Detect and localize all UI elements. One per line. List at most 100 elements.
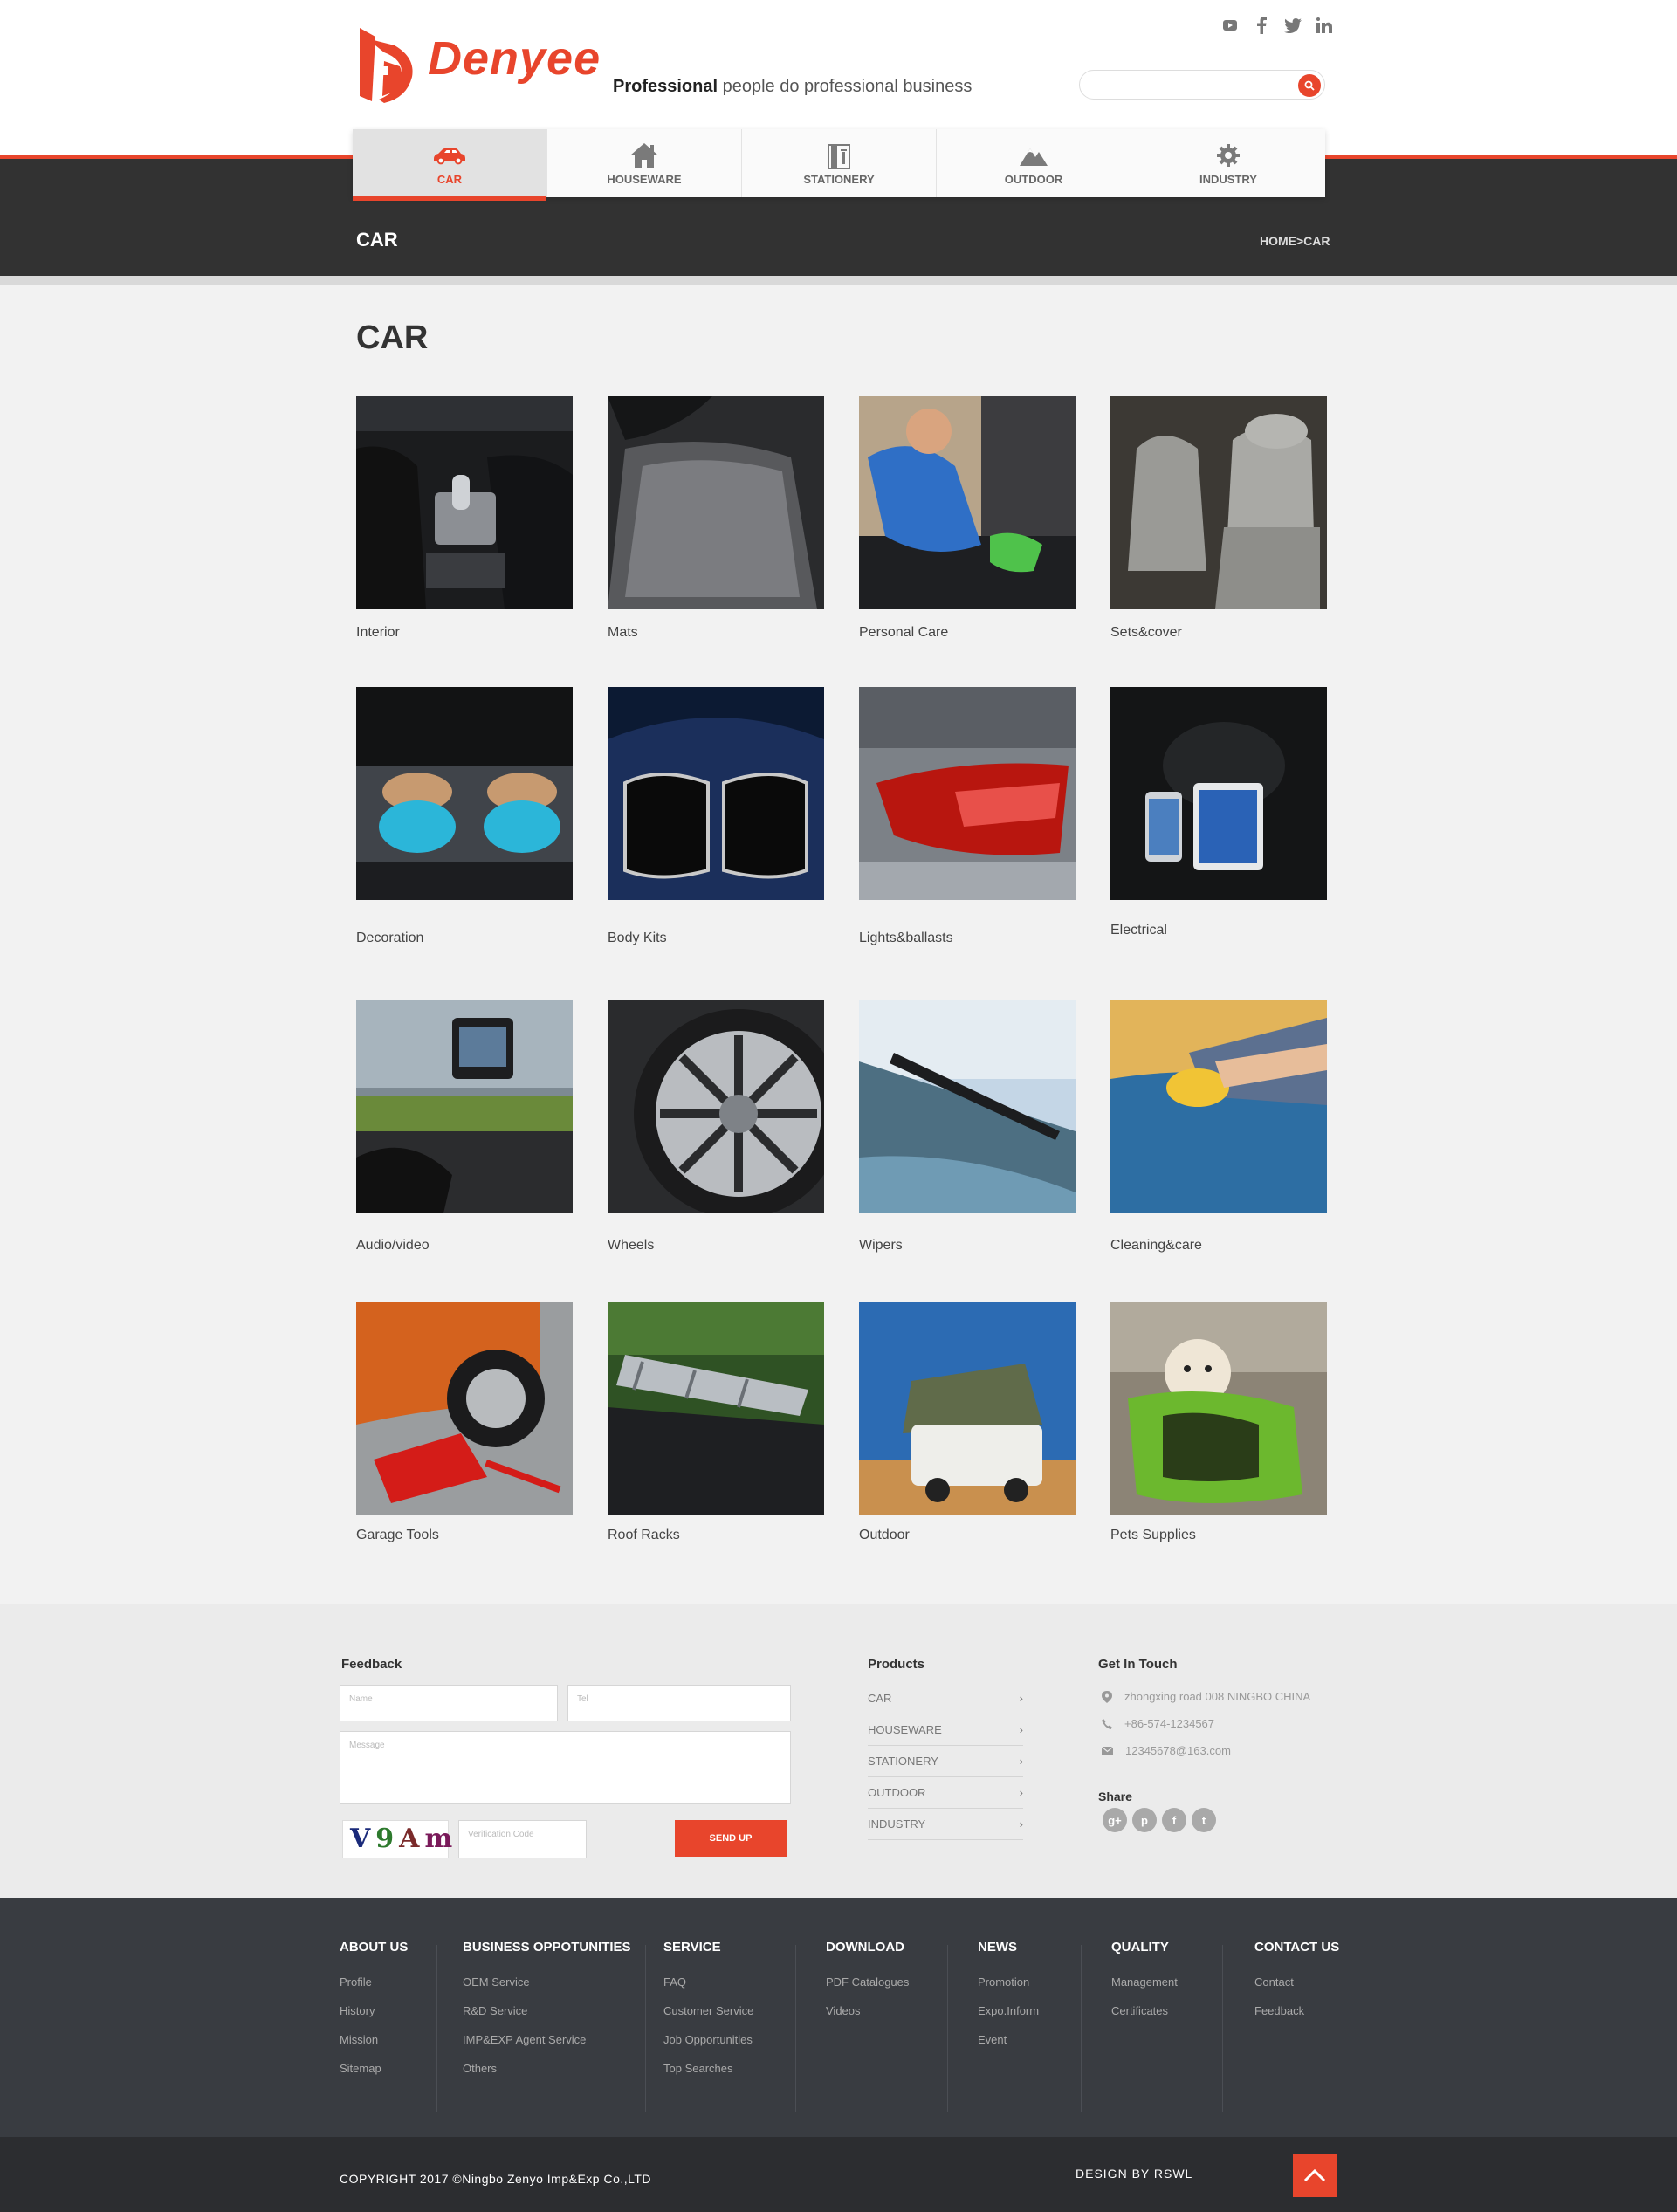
product-label[interactable]: Personal Care	[859, 625, 948, 641]
footer-link[interactable]: Profile	[340, 1975, 408, 2004]
footer-col-title: DOWNLOAD	[826, 1940, 904, 1954]
product-card-mats[interactable]: Mats	[608, 396, 824, 640]
product-card-wipers[interactable]: Wipers	[859, 1000, 1076, 1253]
product-label[interactable]: Pets Supplies	[1110, 1528, 1196, 1543]
product-card-lights-ballasts[interactable]: Lights&ballasts	[859, 687, 1076, 945]
product-card-pets-supplies[interactable]: Pets Supplies	[1110, 1302, 1327, 1542]
footer-link[interactable]: Others	[463, 2062, 631, 2091]
nav-item-outdoor[interactable]: OUTDOOR	[937, 129, 1131, 197]
footer-link[interactable]: IMP&EXP Agent Service	[463, 2033, 631, 2062]
product-card-sets-cover[interactable]: Sets&cover	[1110, 396, 1327, 640]
product-label[interactable]: Mats	[608, 625, 638, 641]
phone-text: +86-574-1234567	[1124, 1717, 1215, 1730]
brand-logo[interactable]: Denyee	[358, 26, 602, 105]
search-input[interactable]	[1079, 70, 1325, 100]
nav-item-houseware[interactable]: HOUSEWARE	[547, 129, 742, 197]
nav-item-stationery[interactable]: STATIONERY	[742, 129, 937, 197]
footer-link[interactable]: R&D Service	[463, 2004, 631, 2033]
design-credit: DESIGN BY RSWL	[1076, 2167, 1193, 2181]
footer-link[interactable]: Customer Service	[663, 2004, 753, 2033]
product-card-interior[interactable]: Interior	[356, 396, 573, 640]
product-card-decoration[interactable]: Decoration	[356, 687, 573, 945]
back-to-top-button[interactable]	[1293, 2154, 1337, 2197]
products-link-houseware[interactable]: HOUSEWARE ›	[868, 1714, 1023, 1746]
mats-photo	[608, 396, 824, 609]
youtube-icon[interactable]	[1220, 16, 1240, 35]
product-label[interactable]: Sets&cover	[1110, 625, 1182, 641]
products-link-industry[interactable]: INDUSTRY ›	[868, 1809, 1023, 1840]
footer-link[interactable]: Videos	[826, 2004, 909, 2033]
footer-link[interactable]: Certificates	[1111, 2004, 1178, 2033]
google-plus-icon[interactable]: g+	[1103, 1808, 1127, 1832]
product-card-wheels[interactable]: Wheels	[608, 1000, 824, 1253]
product-card-cleaning-care[interactable]: Cleaning&care	[1110, 1000, 1327, 1253]
name-field[interactable]: Name	[340, 1685, 558, 1721]
footer-link[interactable]: Expo.Inform	[978, 2004, 1039, 2033]
decoration-photo	[356, 687, 573, 900]
footer-col-title: BUSINESS OPPOTUNITIES	[463, 1940, 631, 1954]
linkedin-icon[interactable]	[1315, 16, 1334, 35]
product-label[interactable]: Roof Racks	[608, 1528, 680, 1543]
footer-col-title: NEWS	[978, 1940, 1017, 1954]
product-card-electrical[interactable]: Electrical	[1110, 687, 1327, 938]
contact-title: Get In Touch	[1098, 1657, 1178, 1672]
social-links	[1220, 16, 1334, 35]
footer-link[interactable]: PDF Catalogues	[826, 1975, 909, 2004]
chevron-right-icon: ›	[1019, 1723, 1023, 1736]
footer-link[interactable]: FAQ	[663, 1975, 753, 2004]
products-link-stationery[interactable]: STATIONERY ›	[868, 1746, 1023, 1777]
footer-link[interactable]: Mission	[340, 2033, 408, 2062]
facebook-icon[interactable]	[1252, 16, 1271, 35]
footer-link[interactable]: Top Searches	[663, 2062, 753, 2091]
footer-link[interactable]: Feedback	[1254, 2004, 1339, 2033]
breadcrumb[interactable]: HOME>CAR	[1260, 234, 1330, 248]
location-pin-icon	[1102, 1690, 1112, 1703]
footer-link[interactable]: Management	[1111, 1975, 1178, 2004]
verification-code-field[interactable]: Verification Code	[458, 1820, 587, 1858]
products-link-car[interactable]: CAR ›	[868, 1683, 1023, 1714]
product-card-audio-video[interactable]: Audio/video	[356, 1000, 573, 1253]
twitter-share-icon[interactable]: t	[1192, 1808, 1216, 1832]
product-card-body-kits[interactable]: Body Kits	[608, 687, 824, 945]
footer-link[interactable]: OEM Service	[463, 1975, 631, 2004]
nav-item-industry[interactable]: INDUSTRY	[1131, 129, 1325, 197]
facebook-share-icon[interactable]: f	[1162, 1808, 1186, 1832]
product-label[interactable]: Wipers	[859, 1238, 903, 1254]
footer-link[interactable]: Event	[978, 2033, 1039, 2062]
product-card-garage-tools[interactable]: Garage Tools	[356, 1302, 573, 1542]
products-link-outdoor[interactable]: OUTDOOR ›	[868, 1777, 1023, 1809]
product-label[interactable]: Outdoor	[859, 1528, 910, 1543]
tel-field[interactable]: Tel	[567, 1685, 791, 1721]
product-card-personal-care[interactable]: Personal Care	[859, 396, 1076, 640]
footer-divider	[1081, 1945, 1082, 2112]
product-label[interactable]: Audio/video	[356, 1238, 430, 1254]
product-card-roof-racks[interactable]: Roof Racks	[608, 1302, 824, 1542]
footer-link[interactable]: Contact	[1254, 1975, 1339, 2004]
send-button[interactable]: SEND UP	[675, 1820, 787, 1857]
footer-divider	[436, 1945, 437, 2112]
product-label[interactable]: Decoration	[356, 931, 423, 946]
captcha-image[interactable]: V9Am	[342, 1820, 452, 1858]
twitter-icon[interactable]	[1283, 16, 1302, 35]
product-label[interactable]: Wheels	[608, 1238, 654, 1254]
electrical-photo	[1110, 687, 1327, 900]
search-button[interactable]	[1298, 74, 1321, 97]
message-field[interactable]: Message	[340, 1731, 791, 1804]
footer-link[interactable]: Promotion	[978, 1975, 1039, 2004]
footer-link[interactable]: History	[340, 2004, 408, 2033]
product-label[interactable]: Cleaning&care	[1110, 1238, 1202, 1254]
search-field[interactable]	[1080, 71, 1289, 99]
footer-col-news: NEWS Promotion Expo.Inform Event	[978, 1940, 1039, 2062]
footer-link[interactable]: Sitemap	[340, 2062, 408, 2091]
product-label[interactable]: Garage Tools	[356, 1528, 439, 1543]
pinterest-icon[interactable]: p	[1132, 1808, 1157, 1832]
lights-ballasts-photo	[859, 687, 1076, 900]
product-label[interactable]: Body Kits	[608, 931, 667, 946]
product-label[interactable]: Interior	[356, 625, 400, 641]
footer-col-download: DOWNLOAD PDF Catalogues Videos	[826, 1940, 909, 2033]
footer-link[interactable]: Job Opportunities	[663, 2033, 753, 2062]
nav-item-car[interactable]: CAR	[353, 129, 547, 201]
product-label[interactable]: Lights&ballasts	[859, 931, 953, 946]
product-card-outdoor[interactable]: Outdoor	[859, 1302, 1076, 1542]
product-label[interactable]: Electrical	[1110, 923, 1167, 938]
